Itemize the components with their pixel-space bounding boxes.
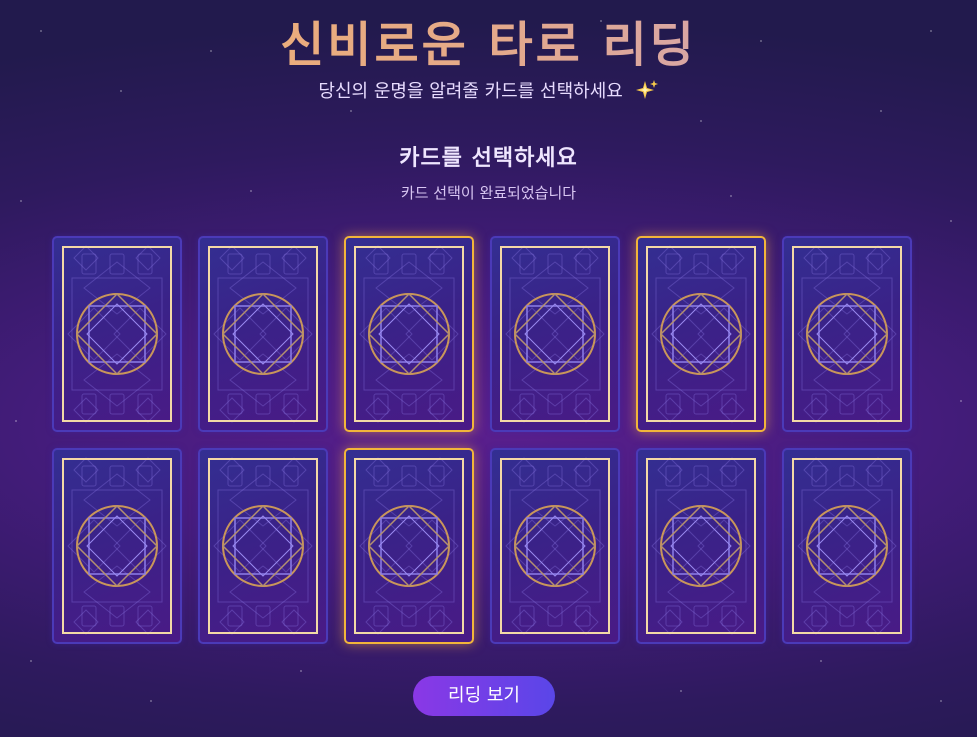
card-back-pattern — [208, 245, 318, 423]
card-back-pattern — [646, 245, 756, 423]
card-back-pattern — [62, 457, 172, 635]
tarot-card[interactable] — [52, 448, 182, 644]
tarot-card[interactable] — [52, 236, 182, 432]
card-back-pattern — [62, 245, 172, 423]
card-back-pattern — [500, 245, 610, 423]
card-back-pattern — [646, 457, 756, 635]
tarot-card[interactable] — [782, 448, 912, 644]
tarot-card[interactable] — [198, 236, 328, 432]
view-reading-button[interactable]: 리딩 보기 — [413, 676, 555, 716]
header: 신비로운 타로 리딩 당신의 운명을 알려줄 카드를 선택하세요 — [0, 14, 977, 105]
subtitle-text: 당신의 운명을 알려줄 카드를 선택하세요 — [318, 81, 623, 102]
tarot-card[interactable] — [344, 236, 474, 432]
page-subtitle: 당신의 운명을 알려줄 카드를 선택하세요 — [0, 78, 977, 105]
tarot-card[interactable] — [198, 448, 328, 644]
tarot-card[interactable] — [636, 448, 766, 644]
card-back-pattern — [354, 457, 464, 635]
card-back-pattern — [792, 457, 902, 635]
selection-status: 카드 선택이 완료되었습니다 — [400, 184, 577, 202]
card-back-pattern — [500, 457, 610, 635]
tarot-card[interactable] — [490, 448, 620, 644]
card-back-pattern — [792, 245, 902, 423]
selection-title: 카드를 선택하세요 — [399, 146, 578, 171]
tarot-card[interactable] — [782, 236, 912, 432]
card-back-pattern — [354, 245, 464, 423]
tarot-card[interactable] — [490, 236, 620, 432]
card-grid — [52, 236, 912, 644]
tarot-card[interactable] — [344, 448, 474, 644]
sparkle-icon — [635, 78, 659, 102]
tarot-card[interactable] — [636, 236, 766, 432]
card-back-pattern — [208, 457, 318, 635]
page-title: 신비로운 타로 리딩 — [0, 14, 977, 76]
